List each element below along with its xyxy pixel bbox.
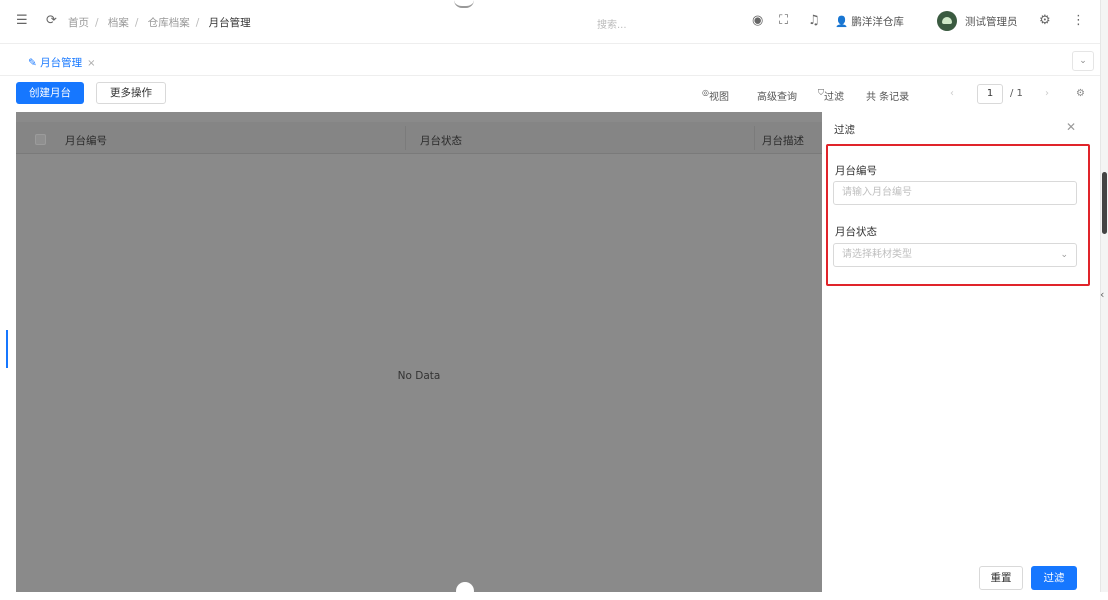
column-header[interactable]: 月台状态 — [420, 133, 462, 148]
warehouse-name: 鹏洋洋仓库 — [851, 16, 904, 28]
field-label: 月台状态 — [835, 226, 877, 238]
settings-icon[interactable]: ⚙ — [1039, 14, 1051, 28]
close-icon[interactable]: ✕ — [1066, 120, 1076, 134]
view-label: 视图 — [708, 92, 729, 103]
create-dock-button[interactable]: 创建月台 — [16, 82, 84, 104]
prev-page-icon[interactable]: ‹ — [950, 88, 954, 99]
bell-icon[interactable]: ♫ — [808, 14, 820, 28]
more-actions-button[interactable]: 更多操作 — [96, 82, 166, 104]
chevron-down-icon: ⌄ — [1060, 250, 1068, 260]
column-divider — [754, 126, 755, 150]
column-header[interactable]: 月台编号 — [65, 133, 107, 148]
data-table: 月台编号 月台状态 月台描述 No Data — [16, 112, 822, 592]
apply-filter-button[interactable]: 过滤 — [1031, 566, 1077, 590]
filter-toggle-button[interactable]: ⛉过滤 — [818, 88, 844, 103]
menu-icon[interactable]: ☰ — [16, 14, 28, 28]
select-placeholder: 请选择耗材类型 — [842, 249, 912, 260]
record-count: 共 条记录 — [866, 92, 910, 103]
column-divider — [405, 126, 406, 150]
chevron-down-icon[interactable]: ⌄ — [1072, 51, 1094, 71]
breadcrumb-item[interactable]: 仓库档案 — [148, 17, 190, 29]
select-all-checkbox[interactable] — [35, 134, 46, 145]
collapse-handle[interactable] — [454, 0, 474, 8]
gear-icon[interactable]: ⚙ — [1076, 88, 1085, 99]
tabs-bar: ✎ 月台管理 × ⌄ — [0, 46, 1100, 76]
breadcrumb-item[interactable]: 首页 — [68, 17, 89, 29]
target-icon[interactable]: ◉ — [752, 14, 763, 28]
next-page-icon[interactable]: › — [1045, 88, 1049, 99]
tab-dock-management[interactable]: ✎ 月台管理 × — [28, 55, 96, 70]
side-indicator — [6, 330, 8, 368]
refresh-icon[interactable]: ⟳ — [46, 14, 57, 28]
empty-state: No Data — [397, 370, 441, 382]
page-number-input[interactable]: 1 — [977, 84, 1003, 104]
eye-icon: ◎ — [702, 88, 709, 97]
tab-label: 月台管理 — [40, 57, 83, 69]
view-button[interactable]: ◎视图 — [702, 88, 729, 103]
resize-handle[interactable] — [456, 582, 474, 600]
advanced-query-button[interactable]: 高级查询 — [757, 88, 797, 103]
fullscreen-icon[interactable]: ⛶ — [779, 14, 788, 28]
dock-number-input[interactable]: 请输入月台编号 — [833, 181, 1077, 205]
search-input[interactable]: 搜索... — [597, 16, 627, 31]
column-header[interactable]: 月台描述 — [762, 133, 804, 148]
avatar[interactable] — [937, 11, 957, 31]
close-icon[interactable]: × — [87, 58, 95, 69]
scrollbar-thumb[interactable] — [1102, 172, 1107, 234]
page-total: / 1 — [1010, 88, 1023, 99]
breadcrumb-current: 月台管理 — [208, 17, 251, 29]
top-header: ☰ ⟳ 首页 / 档案 / 仓库档案 / 月台管理 搜索... ◉ ⛶ ♫ 👤 鹏洋洋… — [0, 0, 1100, 44]
warehouse-selector[interactable]: 👤 鹏洋洋仓库 — [835, 14, 904, 29]
breadcrumb: 首页 / 档案 / 仓库档案 / 月台管理 — [68, 17, 251, 29]
drawer-title: 过滤 — [834, 124, 855, 136]
more-icon[interactable]: ⋮ — [1072, 14, 1085, 28]
chevron-left-icon[interactable]: ‹ — [1100, 288, 1104, 301]
dock-status-select[interactable]: 请选择耗材类型 ⌄ — [833, 243, 1077, 267]
user-name[interactable]: 测试管理员 — [965, 14, 1018, 29]
table-header — [16, 122, 822, 154]
reset-button[interactable]: 重置 — [979, 566, 1023, 590]
field-label: 月台编号 — [835, 165, 877, 177]
user-icon: 👤 — [835, 16, 849, 28]
filter-toggle-label: 过滤 — [824, 92, 844, 103]
breadcrumb-item[interactable]: 档案 — [108, 17, 129, 29]
